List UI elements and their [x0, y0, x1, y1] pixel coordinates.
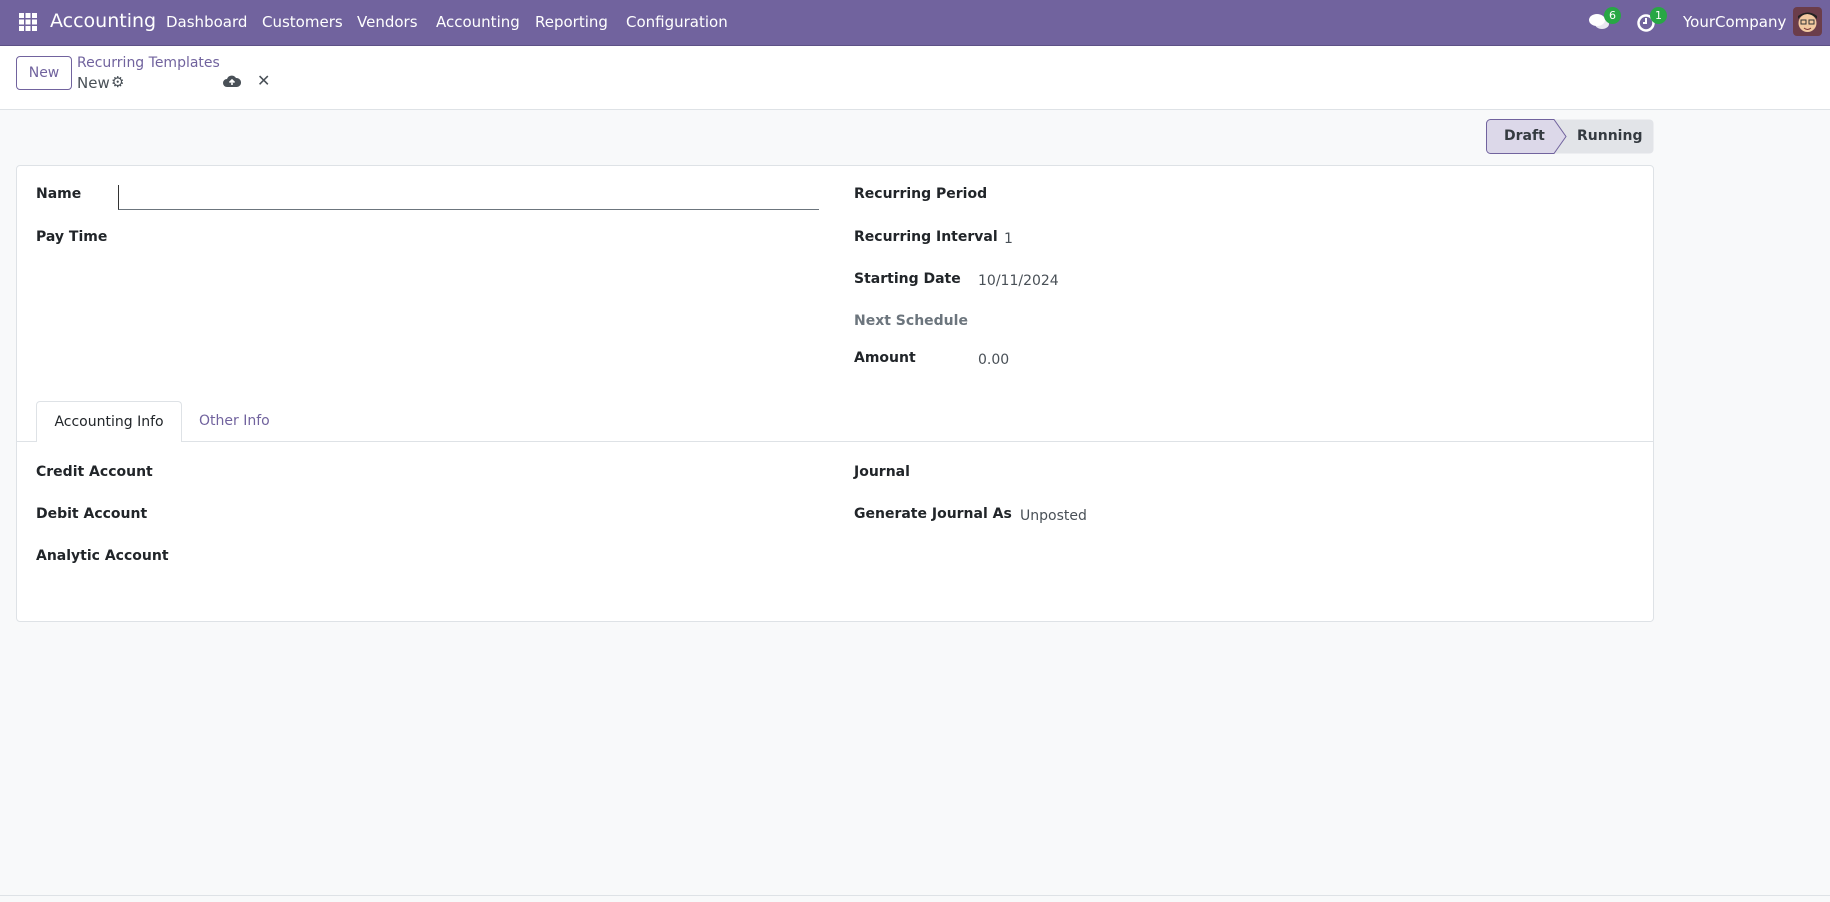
apps-menu-icon[interactable]: [19, 13, 37, 31]
save-cloud-icon[interactable]: [223, 74, 241, 88]
company-switcher[interactable]: YourCompany: [1683, 13, 1786, 31]
recurring-interval-label: Recurring Interval: [854, 229, 998, 245]
debit-account-label: Debit Account: [36, 506, 148, 522]
breadcrumb-current: New: [77, 74, 110, 92]
messages-badge: 6: [1604, 7, 1621, 24]
stage-running[interactable]: Running: [1577, 128, 1642, 144]
credit-account-label: Credit Account: [36, 464, 153, 480]
pay-time-label: Pay Time: [36, 229, 108, 245]
avatar-icon: [1798, 12, 1817, 32]
recurring-interval-value[interactable]: 1: [1004, 231, 1013, 247]
amount-value[interactable]: 0.00: [978, 352, 1009, 368]
app-title[interactable]: Accounting: [50, 10, 156, 32]
menu-configuration[interactable]: Configuration: [626, 13, 728, 31]
control-panel: New Recurring Templates New ⚙ ✕: [0, 46, 1830, 110]
activities-badge: 1: [1650, 7, 1667, 24]
top-navbar: Accounting Dashboard Customers Vendors A…: [0, 0, 1830, 46]
starting-date-label: Starting Date: [854, 271, 961, 287]
recurring-period-label: Recurring Period: [854, 186, 988, 202]
tab-other-info[interactable]: Other Info: [199, 413, 270, 429]
tab-divider: [17, 441, 1653, 442]
generate-journal-as-label: Generate Journal As: [854, 506, 1012, 522]
menu-customers[interactable]: Customers: [262, 13, 343, 31]
generate-journal-as-value[interactable]: Unposted: [1020, 508, 1087, 524]
next-schedule-label: Next Schedule: [854, 313, 968, 329]
new-button[interactable]: New: [16, 56, 72, 90]
menu-accounting[interactable]: Accounting: [436, 13, 520, 31]
user-avatar[interactable]: [1793, 7, 1822, 36]
name-input[interactable]: [118, 185, 819, 210]
breadcrumb-recurring-templates[interactable]: Recurring Templates: [77, 55, 220, 71]
discard-icon[interactable]: ✕: [257, 71, 270, 90]
journal-label: Journal: [854, 464, 910, 480]
activities-button[interactable]: 1: [1636, 7, 1667, 36]
starting-date-value[interactable]: 10/11/2024: [978, 273, 1059, 289]
menu-dashboard[interactable]: Dashboard: [166, 13, 247, 31]
bottom-divider: [0, 895, 1830, 896]
gear-icon[interactable]: ⚙: [111, 73, 124, 91]
analytic-account-label: Analytic Account: [36, 548, 169, 564]
menu-reporting[interactable]: Reporting: [535, 13, 608, 31]
name-label: Name: [36, 186, 82, 202]
stage-draft[interactable]: Draft: [1504, 128, 1545, 144]
messages-button[interactable]: 6: [1588, 7, 1621, 36]
amount-label: Amount: [854, 350, 916, 366]
tab-accounting-info[interactable]: Accounting Info: [36, 401, 182, 442]
form-sheet: Name Pay Time Recurring Period Recurring…: [16, 165, 1654, 622]
menu-vendors[interactable]: Vendors: [357, 13, 418, 31]
